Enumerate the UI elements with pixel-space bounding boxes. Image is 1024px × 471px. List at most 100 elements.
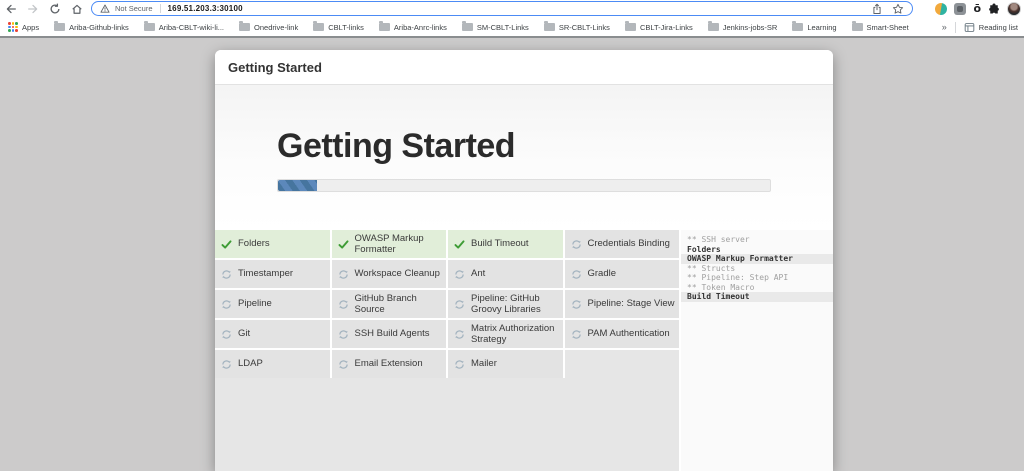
plugin-cell: Matrix Authorization Strategy	[448, 320, 563, 348]
back-button[interactable]	[0, 1, 22, 17]
bookmark-item[interactable]: Onedrive-link	[239, 21, 298, 32]
console-line: ** Structs	[687, 263, 736, 273]
bookmarks-overflow-chevron[interactable]: »	[942, 22, 947, 32]
reading-list-button[interactable]: Reading list	[964, 22, 1018, 33]
console-line: Folders	[687, 244, 721, 254]
bookmark-label: Learning	[807, 22, 837, 32]
bookmarks-divider	[954, 21, 956, 33]
bookmark-item[interactable]: Learning	[792, 21, 837, 32]
apps-shortcut[interactable]: Apps	[8, 22, 39, 32]
folder-icon	[543, 21, 555, 31]
plugin-name: Ant	[471, 268, 486, 280]
share-icon[interactable]	[872, 3, 882, 15]
bookmark-star-icon[interactable]	[892, 3, 904, 15]
check-icon	[338, 239, 349, 250]
refresh-icon	[571, 329, 582, 340]
refresh-icon	[221, 269, 232, 280]
plugin-name: PAM Authentication	[587, 328, 670, 340]
folder-icon	[378, 21, 390, 31]
folder-icon	[792, 21, 804, 31]
bookmark-item[interactable]: Ariba-Github-links	[54, 21, 129, 32]
bookmark-item[interactable]: CBLT-Jira-Links	[624, 21, 693, 32]
folder-icon	[624, 21, 636, 31]
dialog-header: Getting Started	[215, 50, 833, 85]
refresh-icon	[221, 359, 232, 370]
console-line: ** Pipeline: Step API	[687, 273, 789, 282]
profile-avatar[interactable]	[1007, 2, 1021, 16]
plugin-cell: Pipeline: Stage View	[564, 290, 679, 318]
plugin-cell: Mailer	[448, 350, 563, 378]
refresh-icon	[454, 329, 465, 340]
reading-list-label: Reading list	[978, 22, 1018, 32]
bookmark-label: Ariba-Anrc-links	[393, 22, 447, 32]
extension-globe-icon[interactable]	[935, 3, 948, 15]
plugin-name: Gradle	[587, 268, 617, 280]
console-line: ** Token Macro	[687, 282, 755, 292]
plugin-name: Workspace Cleanup	[354, 268, 440, 280]
refresh-icon	[571, 239, 582, 250]
address-bar[interactable]: Not Secure 169.51.203.3:30100	[91, 1, 913, 16]
extension-dark-icon[interactable]: ō	[973, 3, 981, 15]
plugin-cell: SSH Build Agents	[331, 320, 446, 348]
plugin-grid: Folders OWASP Markup Formatter Build Timeo…	[215, 230, 679, 378]
refresh-icon	[338, 329, 349, 340]
apps-grid-icon	[8, 22, 18, 32]
plugin-cell: Workspace Cleanup	[331, 260, 446, 288]
folder-icon	[313, 21, 325, 31]
bookmark-item[interactable]: SM-CBLT-Links	[461, 21, 529, 32]
bookmark-item[interactable]: Smart-Sheet	[851, 21, 909, 32]
bookmark-label: CBLT-Jira-Links	[639, 22, 693, 32]
forward-button[interactable]	[22, 1, 44, 17]
bookmark-item[interactable]: SR-CBLT-Links	[543, 21, 610, 32]
refresh-icon	[454, 269, 465, 280]
refresh-icon	[571, 299, 582, 310]
not-secure-warning-icon	[100, 4, 110, 13]
plugin-name: Pipeline: Stage View	[587, 298, 675, 310]
check-icon	[221, 239, 232, 250]
plugin-cell: Pipeline	[215, 290, 330, 318]
plugin-name: Mailer	[471, 358, 497, 370]
reload-icon	[50, 3, 60, 14]
url-text[interactable]: 169.51.203.3:30100	[168, 4, 243, 13]
extension-gray-icon[interactable]	[954, 3, 967, 15]
install-console: ** SSH server Folders OWASP Markup Formatt…	[681, 230, 833, 471]
install-progress-fill	[278, 180, 318, 191]
home-button[interactable]	[66, 1, 88, 17]
console-line: OWASP Markup Formatter	[681, 254, 833, 264]
plugin-cell: Ant	[448, 260, 563, 288]
console-line: Build Timeout	[681, 292, 833, 302]
plugin-cell: Build Timeout	[448, 230, 563, 258]
bookmark-item[interactable]: Ariba-CBLT-wiki-li...	[143, 21, 225, 32]
extensions-puzzle-icon[interactable]	[988, 3, 1000, 15]
check-icon	[454, 239, 465, 250]
hero-section: Getting Started	[215, 85, 833, 230]
plugin-name: OWASP Markup Formatter	[354, 232, 424, 256]
back-arrow-icon	[6, 4, 16, 14]
folder-icon	[707, 21, 719, 31]
plugin-cell: Gradle	[564, 260, 679, 288]
browser-toolbar: Not Secure 169.51.203.3:30100 ō Apps Ari…	[0, 0, 1024, 38]
refresh-icon	[221, 329, 232, 340]
bookmark-item[interactable]: Ariba-Anrc-links	[378, 21, 447, 32]
plugin-name: Folders	[238, 238, 270, 250]
bookmarks-bar: Apps Ariba-Github-links Ariba-CBLT-wiki-l…	[0, 18, 1024, 36]
bookmark-label: Smart-Sheet	[866, 22, 909, 32]
reload-button[interactable]	[44, 1, 66, 17]
apps-label: Apps	[22, 22, 40, 32]
plugin-cell: Timestamper	[215, 260, 330, 288]
plugin-cell: LDAP	[215, 350, 330, 378]
bookmark-item[interactable]: CBLT-links	[313, 21, 364, 32]
plugin-grid-column: Folders OWASP Markup Formatter Build Timeo…	[215, 230, 681, 471]
folder-icon	[851, 21, 863, 31]
navigation-row: Not Secure 169.51.203.3:30100 ō	[0, 0, 1024, 18]
forward-arrow-icon	[28, 4, 38, 14]
security-label: Not Secure	[115, 4, 153, 13]
bookmark-label: SR-CBLT-Links	[558, 22, 610, 32]
omnibox-divider	[159, 4, 161, 13]
plugin-cell: GitHub Branch Source	[331, 290, 446, 318]
bookmark-item[interactable]: Jenkins-jobs-SR	[707, 21, 777, 32]
plugin-name: Email Extension	[354, 358, 423, 370]
bookmark-label: Ariba-CBLT-wiki-li...	[158, 22, 225, 32]
console-line: ** SSH server	[687, 235, 750, 244]
plugin-name: Pipeline	[238, 298, 272, 310]
